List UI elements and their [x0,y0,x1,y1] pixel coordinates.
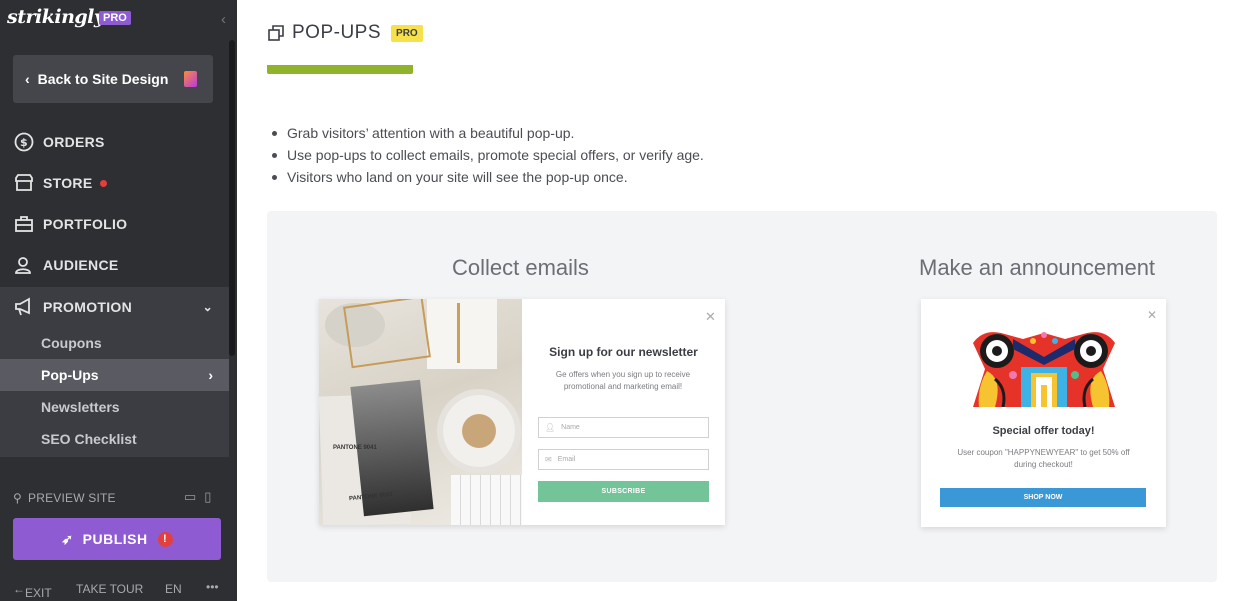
email-placeholder: Email [557,456,576,463]
pantone-label: PANTONE 9041 [333,445,377,451]
name-field: 👤︎ Name [538,417,709,438]
language-button[interactable]: EN [165,582,182,596]
pen-image [457,303,460,363]
page-header: POP-UPS PRO [268,22,423,44]
sidebar-scrollbar[interactable] [229,40,235,356]
briefcase-icon [14,214,34,234]
sidebar-item-newsletters[interactable]: Newsletters [0,391,229,423]
sidebar-item-label: STORE [43,175,93,191]
sidebar-item-label: AUDIENCE [43,257,119,273]
shop-now-button: SHOP NOW [940,488,1146,507]
sidebar-item-audience[interactable]: AUDIENCE [0,245,229,285]
list-item: Grab visitors’ attention with a beautifu… [269,122,704,144]
warning-icon: ! [157,531,173,547]
sidebar-item-seo-checklist[interactable]: SEO Checklist [0,423,229,455]
section-accent-bar [267,65,413,74]
pro-badge: PRO [99,11,131,25]
submenu-label: SEO Checklist [41,431,137,447]
site-design-icon [184,71,197,87]
take-tour-button[interactable]: TAKE TOUR [76,582,143,596]
chevron-left-icon: ‹ [25,71,30,87]
pro-badge: PRO [391,24,423,42]
popup-description: User coupon "HAPPYNEWYEAR" to get 50% of… [957,448,1130,469]
email-field: ✉ Email [538,449,709,470]
chevron-down-icon: ⌄ [202,300,213,314]
envelope-icon: ✉ [545,455,552,464]
svg-text:$: $ [20,136,28,149]
main-content: POP-UPS PRO Grab visitors’ attention wit… [237,0,1236,601]
exit-label: EXIT [25,586,52,600]
popup-title: Sign up for our newsletter [549,345,698,359]
sidebar-item-orders[interactable]: $ ORDERS [0,122,229,162]
sidebar-item-label: PROMOTION [43,299,133,315]
close-icon: ✕ [705,309,716,324]
sidebar-item-pop-ups[interactable]: Pop-Ups › [0,359,229,391]
page-title: POP-UPS [292,22,382,43]
popup-title: Special offer today! [992,425,1095,437]
sidebar-item-store[interactable]: STORE [0,163,229,203]
back-to-site-design-button[interactable]: ‹ Back to Site Design [13,55,213,103]
people-icon [14,255,34,275]
popup-templates-panel: Collect emails Make an announcement PANT… [267,211,1217,582]
sidebar: strikingly PRO ‹ ‹ Back to Site Design $… [0,0,237,601]
list-item: Use pop-ups to collect emails, promote s… [269,144,704,166]
dollar-circle-icon: $ [14,132,34,152]
sidebar-item-promotion[interactable]: PROMOTION ⌄ [0,287,229,327]
preview-label: PREVIEW SITE [28,491,116,505]
sidebar-item-label: ORDERS [43,134,105,150]
submenu-label: Coupons [41,335,102,351]
notification-dot [100,179,108,187]
strikingly-logo[interactable]: strikingly [7,6,105,28]
promotion-submenu: Coupons Pop-Ups › Newsletters SEO Checkl… [0,327,229,457]
submenu-label: Pop-Ups [41,367,99,383]
collect-emails-heading: Collect emails [452,255,589,280]
feature-list: Grab visitors’ attention with a beautifu… [269,122,704,188]
owl-illustration [973,332,1115,407]
announcement-heading: Make an announcement [919,255,1156,280]
publish-button[interactable]: ➶ PUBLISH ! [13,518,221,560]
sidebar-item-coupons[interactable]: Coupons [0,327,229,359]
back-button-label: Back to Site Design [37,71,169,87]
subscribe-button: SUBSCRIBE [538,481,709,502]
sidebar-footer: ← EXIT TAKE TOUR EN ••• [0,578,237,601]
close-icon: ✕ [1147,308,1158,322]
megaphone-icon [14,297,34,317]
popup-icon [268,25,284,41]
announcement-template[interactable]: ✕ Special offer today! User coupon "HAPP… [921,299,1166,527]
chevron-right-icon: › [208,367,213,383]
rocket-icon: ➶ [61,530,74,547]
more-menu-icon[interactable]: ••• [206,580,219,594]
publish-label: PUBLISH [82,531,148,547]
exit-button[interactable]: ← EXIT [13,582,52,600]
list-item: Visitors who land on your site will see … [269,166,704,188]
newsletter-photo: PANTONE 9041 PANTONE 9041 [319,299,522,525]
store-icon [14,173,34,193]
keyboard-image [451,475,522,525]
device-toggle: ▭ ▯ [184,489,211,505]
collect-emails-template[interactable]: PANTONE 9041 PANTONE 9041 ✕ Sign up for … [319,299,725,525]
mobile-icon[interactable]: ▯ [204,489,211,505]
sidebar-item-label: PORTFOLIO [43,216,128,232]
sidebar-item-portfolio[interactable]: PORTFOLIO [0,204,229,244]
collapse-sidebar-icon[interactable]: ‹ [221,11,226,28]
popup-description: Ge offers when you sign up to receive pr… [555,370,691,391]
user-icon: 👤︎ [545,423,556,432]
desktop-icon[interactable]: ▭ [184,489,196,505]
coffee-cup-image [437,389,521,473]
search-icon: ⚲ [13,491,22,505]
terrarium-image [343,299,431,369]
submenu-label: Newsletters [41,399,120,415]
journal-image [427,299,497,369]
name-placeholder: Name [561,424,580,431]
preview-site-link[interactable]: ⚲ PREVIEW SITE [13,491,116,505]
